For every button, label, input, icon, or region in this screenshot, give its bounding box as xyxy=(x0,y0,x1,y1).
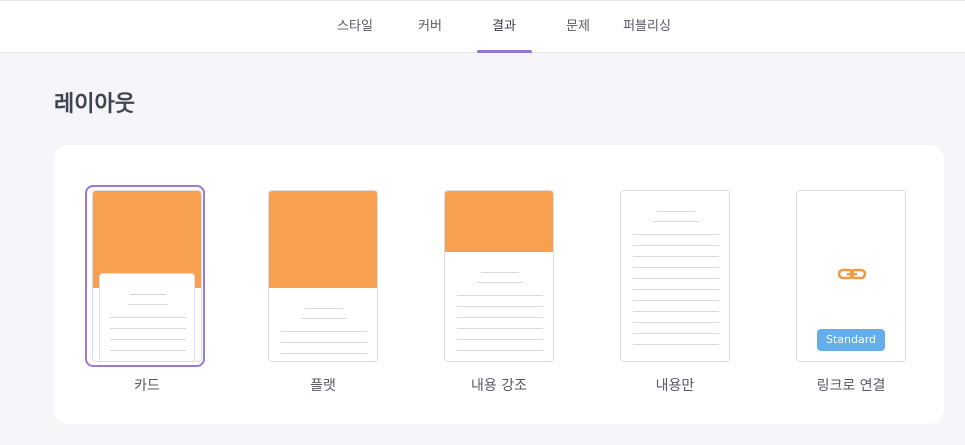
tab-publishing[interactable]: 퍼블리싱 xyxy=(617,1,677,53)
cover-area xyxy=(269,191,377,288)
layout-option-card[interactable]: 카드 xyxy=(77,145,217,424)
layout-option-content-only[interactable]: 내용만 xyxy=(605,145,745,424)
layout-option-flat[interactable]: 플랫 xyxy=(253,145,393,424)
layout-label-card: 카드 xyxy=(134,378,160,394)
top-nav: 스타일 커버 결과 문제 퍼블리싱 xyxy=(0,0,965,53)
layout-option-link[interactable]: Standard 링크로 연결 xyxy=(781,145,921,424)
layout-label-content-only: 내용만 xyxy=(655,378,695,394)
content-card xyxy=(99,273,195,361)
layout-option-content-emphasis[interactable]: 내용 강조 xyxy=(429,145,569,424)
tab-cover[interactable]: 커버 xyxy=(400,1,460,53)
layout-options-panel: 카드 플랫 내용 강조 내용만 Standard 링크로 연결 xyxy=(54,145,944,424)
layout-label-content-emphasis: 내용 강조 xyxy=(471,378,527,394)
tab-style[interactable]: 스타일 xyxy=(325,1,385,53)
standard-badge: Standard xyxy=(817,329,885,351)
content-emphasis-thumbnail xyxy=(444,190,554,362)
tab-question[interactable]: 문제 xyxy=(548,1,608,53)
flat-thumbnail xyxy=(268,190,378,362)
page-title: 레이아웃 xyxy=(54,92,135,117)
content-only-thumbnail xyxy=(620,190,730,362)
cover-area xyxy=(445,191,553,252)
tab-result[interactable]: 결과 xyxy=(474,1,534,53)
card-thumbnail xyxy=(92,190,202,362)
layout-label-link: 링크로 연결 xyxy=(816,378,886,394)
active-tab-indicator xyxy=(477,50,532,53)
link-thumbnail: Standard xyxy=(796,190,906,362)
layout-label-flat: 플랫 xyxy=(310,378,336,394)
link-icon xyxy=(837,268,867,280)
